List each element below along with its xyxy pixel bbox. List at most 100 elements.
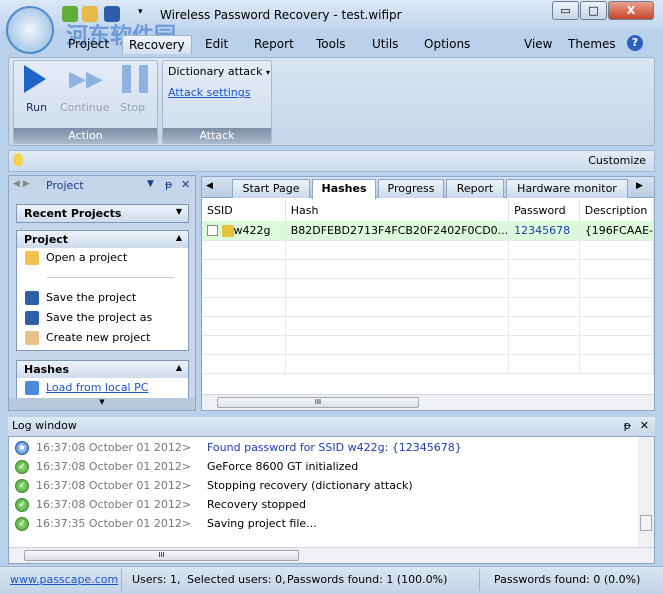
divider [479, 569, 480, 591]
passwords-found: Passwords found: 1 (100.0%) [287, 573, 448, 586]
col-hash[interactable]: Hash [285, 199, 510, 221]
create-project-item[interactable]: Create new project [17, 328, 188, 348]
help-icon[interactable]: ? [627, 35, 643, 51]
table-row [202, 335, 655, 355]
panel-menu-icon[interactable]: ▼ [147, 179, 154, 189]
nav-arrows-icon[interactable]: ◀ ▶ [13, 179, 30, 189]
run-button[interactable]: Run [26, 101, 47, 114]
cell-hash: B82DFEBD2713F4FCB20F2402F0CD0... [285, 221, 510, 241]
pin-icon[interactable]: ᵽ [165, 178, 172, 191]
scroll-down-button[interactable]: ▼ [9, 398, 195, 410]
attack-settings-link[interactable]: Attack settings [168, 86, 250, 99]
scrollbar-thumb[interactable] [640, 515, 652, 531]
customize-button[interactable]: Customize [588, 154, 646, 167]
col-password[interactable]: Password [508, 199, 580, 221]
main-area: ◀ Start Page Hashes Progress Report Hard… [201, 176, 655, 411]
horizontal-scrollbar[interactable]: III [202, 394, 654, 410]
action-group-label: Action [14, 128, 157, 143]
project-section-header[interactable]: Project ▲ [17, 231, 188, 248]
cell-password: 12345678 [508, 221, 580, 241]
menu-options[interactable]: Options [424, 37, 470, 51]
maximize-button[interactable]: □ [580, 1, 607, 20]
load-local-pc-item[interactable]: Load from local PC [17, 378, 188, 398]
recent-projects-header: Recent Projects ▼ [17, 205, 188, 222]
log-window: ★ 16:37:08 October 01 2012> Found password… [8, 436, 655, 564]
table-row [202, 278, 655, 298]
chevron-up-icon: ▲ [175, 363, 182, 372]
scrollbar-thumb[interactable]: III [24, 550, 299, 561]
project-panel: ◀ ▶ Project ▼ ᵽ ✕ Recent Projects ▼ Proje… [8, 175, 196, 411]
menu-themes[interactable]: Themes [568, 37, 616, 51]
table-row[interactable]: w422g B82DFEBD2713F4FCB20F2402F0CD0... 1… [202, 221, 655, 241]
unlocked-icon [221, 224, 234, 237]
continue-icon: ▶▶ [69, 67, 103, 92]
users-count: Users: 1, [132, 573, 181, 586]
cell-ssid: w422g [233, 223, 271, 237]
chevron-up-icon: ▲ [175, 233, 182, 242]
col-ssid[interactable]: SSID [202, 199, 286, 221]
save-project-item[interactable]: Save the project [17, 288, 188, 308]
minimize-button[interactable]: ▭ [552, 1, 579, 20]
check-icon: ✓ [15, 460, 29, 474]
open-project-item[interactable]: Open a project [17, 248, 188, 268]
close-log-icon[interactable]: ✕ [640, 419, 649, 432]
menu-view[interactable]: View [524, 37, 552, 51]
status-bar: www.passcape.com Users: 1, Selected user… [0, 566, 663, 594]
computer-icon [25, 381, 39, 395]
item-label: Open a project [46, 251, 128, 264]
row-checkbox[interactable] [207, 225, 218, 237]
chevron-down-icon: ▾ [265, 68, 270, 77]
menu-report[interactable]: Report [254, 37, 294, 51]
save-project-as-item[interactable]: Save the project as [17, 308, 188, 328]
divider [121, 569, 122, 591]
website-link[interactable]: www.passcape.com [10, 573, 118, 586]
log-message: Found password for SSID w422g: {12345678… [207, 441, 462, 454]
ribbon: Run ▶▶ Continue Stop Action Dictionary a… [8, 57, 655, 146]
save-as-icon [25, 311, 39, 325]
tab-bar: ◀ Start Page Hashes Progress Report Hard… [202, 177, 654, 199]
menu-tools[interactable]: Tools [316, 37, 346, 51]
chevron-down-icon: ▼ [175, 207, 182, 216]
item-label: Load from local PC [46, 381, 149, 394]
log-time: 16:37:08 October 01 2012> [36, 498, 192, 511]
log-time: 16:37:08 October 01 2012> [36, 441, 192, 454]
col-description[interactable]: Description [579, 199, 655, 221]
menu-utils[interactable]: Utils [372, 37, 398, 51]
hashes-section-header[interactable]: Hashes ▲ [17, 361, 188, 378]
menu-edit[interactable]: Edit [205, 37, 228, 51]
new-document-icon [25, 331, 39, 345]
hashes-section-title: Hashes [24, 363, 70, 376]
stop-button[interactable]: Stop [120, 101, 145, 114]
tab-progress[interactable]: Progress [378, 179, 444, 198]
run-icon [24, 65, 46, 93]
window-title: Wireless Password Recovery - test.wifipr [160, 8, 402, 22]
tab-hardware-monitor[interactable]: Hardware monitor [506, 179, 628, 198]
menu-project[interactable]: Project [68, 37, 109, 51]
tab-scroll-left-icon[interactable]: ◀ [206, 181, 213, 191]
continue-button[interactable]: Continue [60, 101, 109, 114]
close-button[interactable]: X [608, 1, 654, 20]
horizontal-scrollbar[interactable]: III [9, 547, 654, 563]
tab-start-page[interactable]: Start Page [232, 179, 310, 198]
tab-report[interactable]: Report [446, 179, 504, 198]
customize-bar: Customize [8, 150, 655, 172]
passwords-found-right: Passwords found: 0 (0.0%) [494, 573, 641, 586]
quick-access-dropdown-icon[interactable]: ▾ [138, 7, 143, 17]
vertical-scrollbar[interactable] [638, 437, 654, 547]
table-row [202, 354, 655, 374]
recent-projects-section[interactable]: Recent Projects ▼ [16, 204, 189, 223]
check-icon: ✓ [15, 517, 29, 531]
info-icon: ★ [15, 441, 29, 455]
close-panel-icon[interactable]: ✕ [181, 178, 190, 191]
scrollbar-thumb[interactable]: III [217, 397, 419, 408]
table-row [202, 240, 655, 260]
check-icon: ✓ [15, 498, 29, 512]
pin-icon[interactable]: ᵽ [624, 419, 631, 432]
menu-recovery[interactable]: Recovery [122, 35, 192, 54]
table-header: SSID Hash Password Description [202, 199, 655, 221]
tab-scroll-right-icon[interactable]: ▶ [636, 181, 643, 191]
menu-bar: Project Recovery Edit Report Tools Utils… [0, 33, 663, 55]
attack-mode-dropdown[interactable]: Dictionary attack ▾ [168, 65, 270, 78]
log-time: 16:37:08 October 01 2012> [36, 479, 192, 492]
tab-hashes[interactable]: Hashes [312, 179, 376, 199]
